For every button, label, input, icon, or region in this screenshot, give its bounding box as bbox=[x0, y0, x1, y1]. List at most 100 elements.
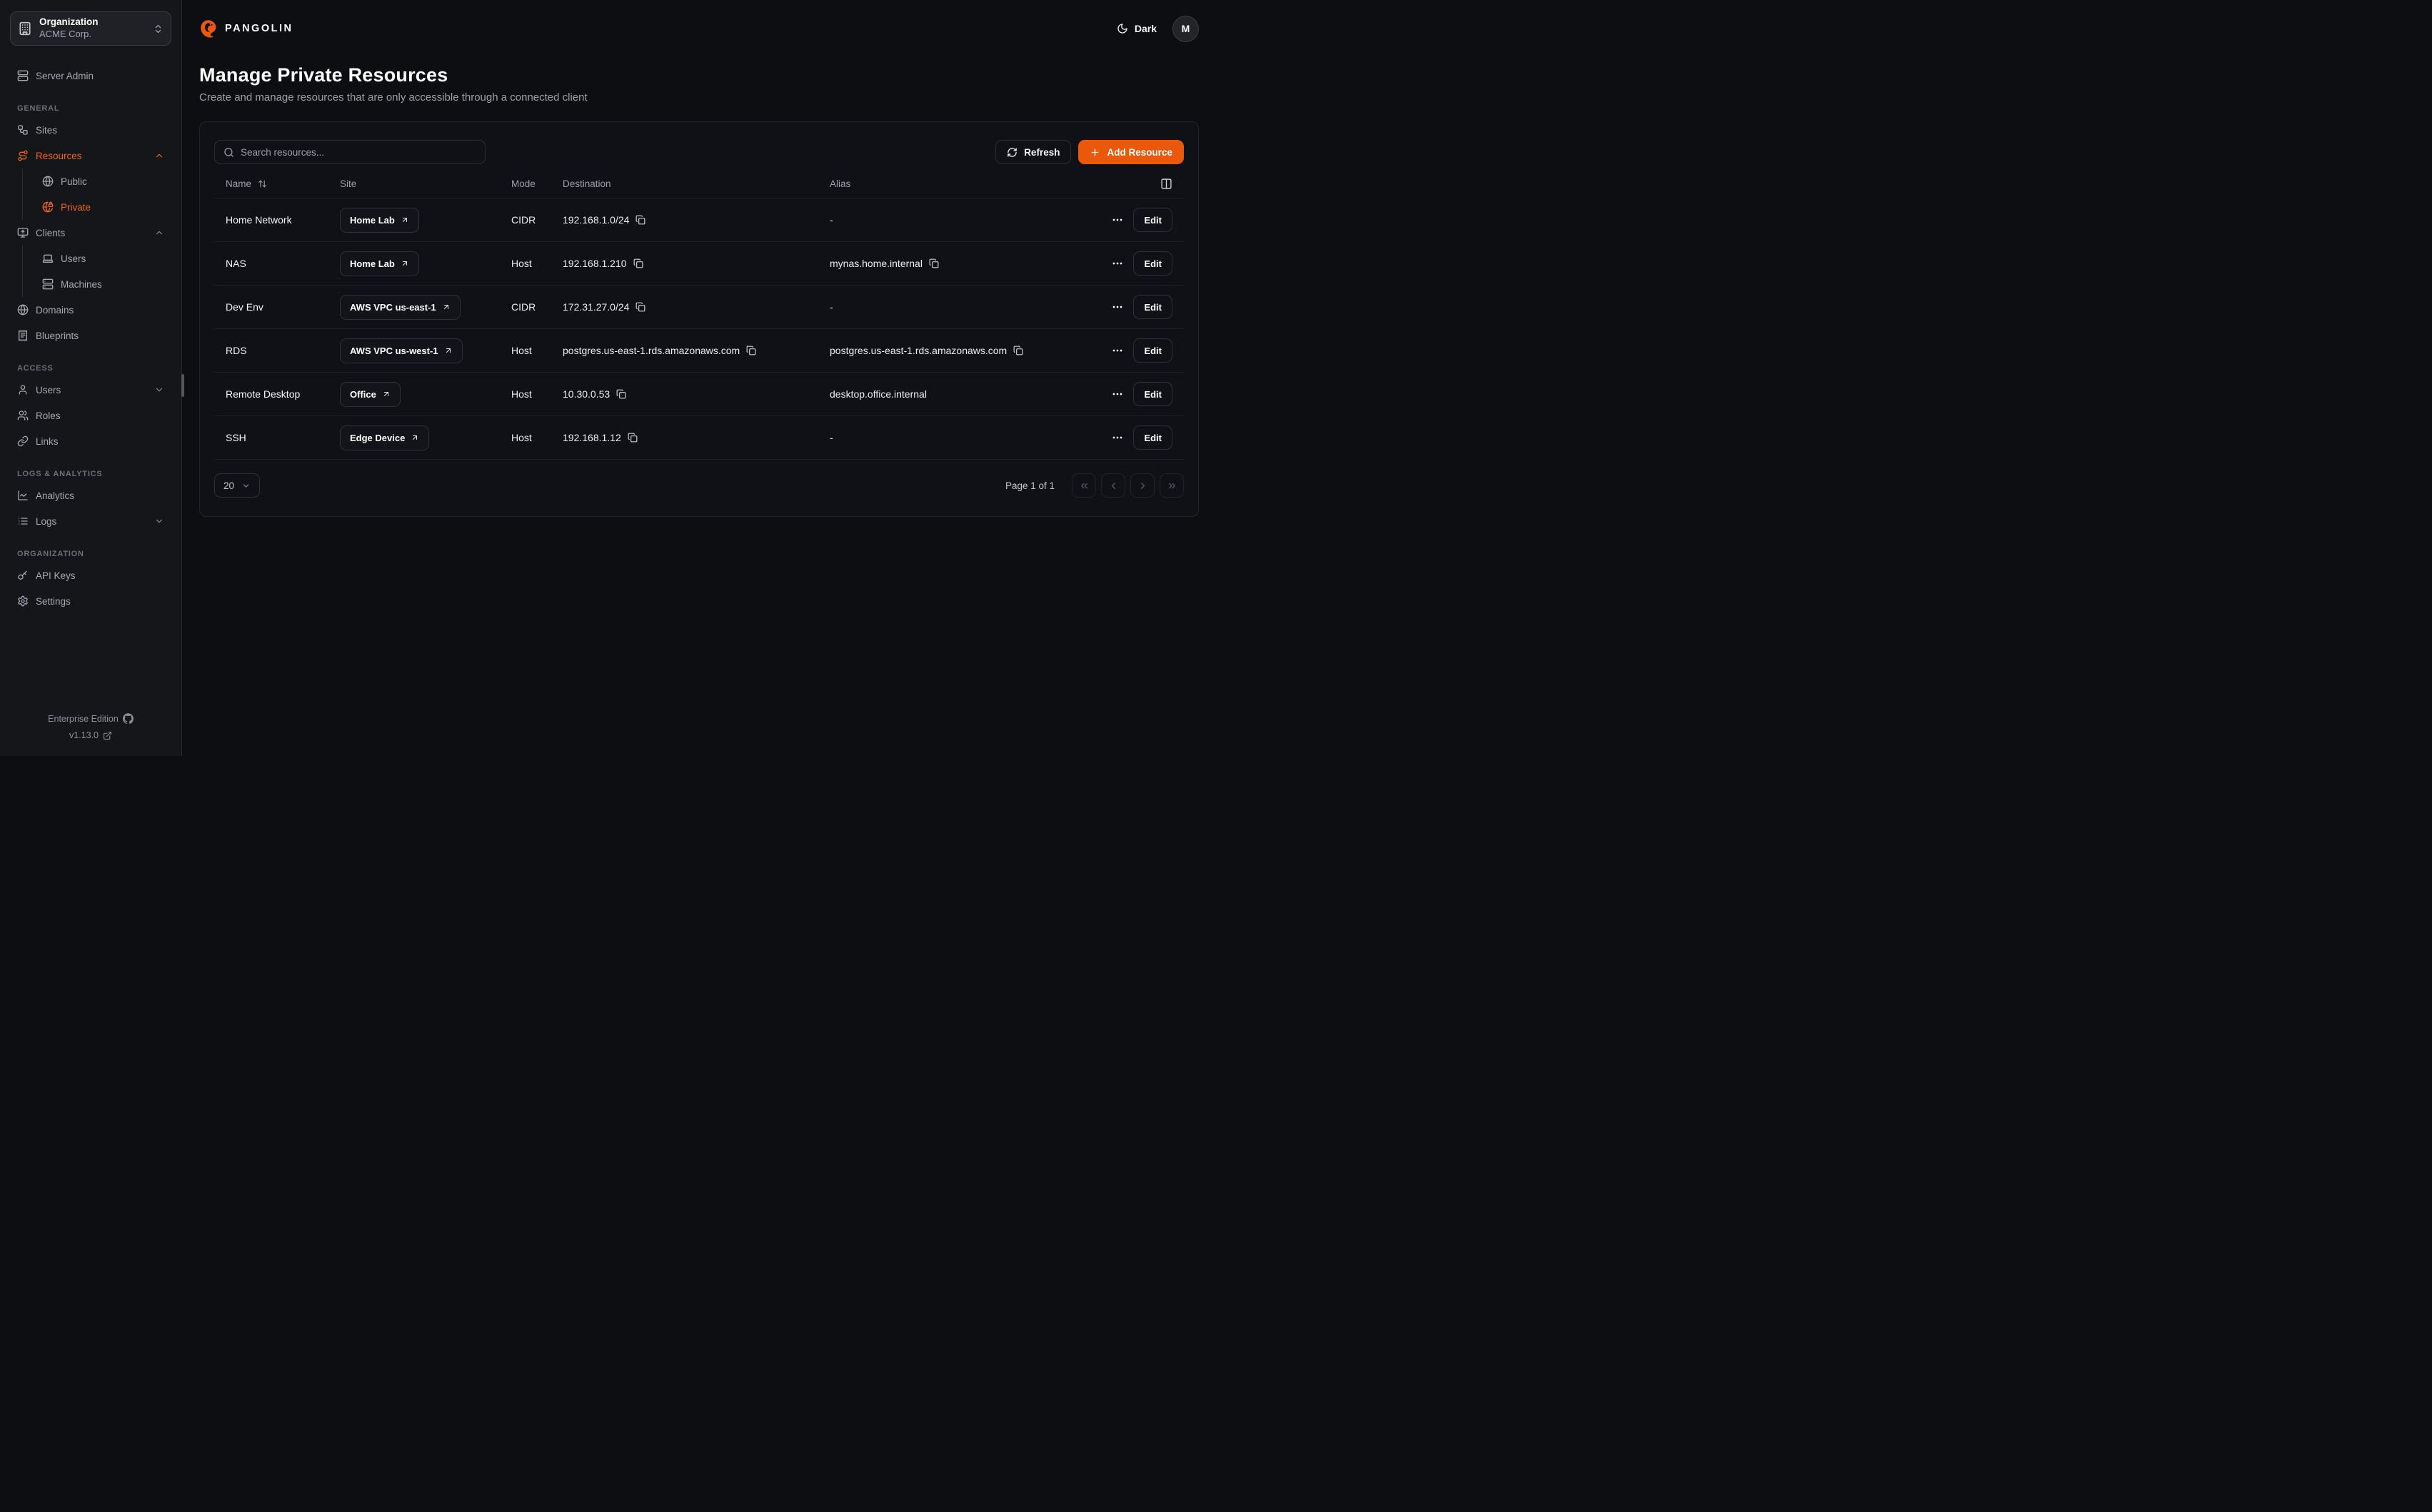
organization-selector[interactable]: Organization ACME Corp. bbox=[10, 11, 171, 46]
mode-cell: Host bbox=[500, 258, 551, 269]
table-header-row: Name Site Mode Destination Alias bbox=[214, 170, 1184, 198]
site-label: Home Lab bbox=[350, 258, 395, 269]
brand[interactable]: PANGOLIN bbox=[199, 19, 293, 39]
row-menu-button[interactable] bbox=[1112, 432, 1123, 443]
copy-alias-button[interactable] bbox=[929, 258, 939, 268]
github-icon bbox=[123, 713, 134, 724]
sidebar-scrollbar-thumb[interactable] bbox=[181, 374, 184, 397]
site-link-edge-device[interactable]: Edge Device bbox=[340, 425, 429, 450]
arrow-up-right-icon bbox=[442, 303, 451, 311]
resource-name: NAS bbox=[226, 258, 246, 269]
copy-alias-button[interactable] bbox=[1013, 346, 1023, 356]
chart-line-icon bbox=[17, 490, 29, 501]
site-link-office[interactable]: Office bbox=[340, 382, 401, 407]
mode-cell: Host bbox=[500, 388, 551, 400]
first-page-button[interactable] bbox=[1072, 473, 1096, 498]
previous-page-button[interactable] bbox=[1101, 473, 1125, 498]
sidebar-item-analytics[interactable]: Analytics bbox=[10, 483, 171, 508]
site-label: Office bbox=[350, 389, 376, 400]
mode-cell: CIDR bbox=[500, 301, 551, 313]
actions-cell: Edit bbox=[1104, 251, 1184, 276]
site-link-aws-vpc-us-east-1[interactable]: AWS VPC us-east-1 bbox=[340, 295, 461, 320]
version-row[interactable]: v1.13.0 bbox=[69, 730, 112, 740]
site-link-home-lab[interactable]: Home Lab bbox=[340, 251, 419, 276]
resource-name: RDS bbox=[226, 345, 247, 356]
sidebar-item-roles[interactable]: Roles bbox=[10, 403, 171, 428]
resource-name: Home Network bbox=[226, 214, 292, 226]
copy-destination-button[interactable] bbox=[635, 302, 645, 312]
avatar[interactable]: M bbox=[1172, 16, 1199, 42]
columns-toggle-button[interactable] bbox=[1160, 178, 1172, 190]
copy-icon bbox=[1013, 346, 1023, 356]
columns-icon bbox=[1160, 178, 1172, 190]
edit-button[interactable]: Edit bbox=[1133, 382, 1172, 406]
sidebar-item-public[interactable]: Public bbox=[23, 168, 171, 194]
sidebar-item-sites[interactable]: Sites bbox=[10, 117, 171, 143]
refresh-button[interactable]: Refresh bbox=[995, 140, 1071, 164]
site-link-aws-vpc-us-west-1[interactable]: AWS VPC us-west-1 bbox=[340, 338, 463, 363]
sidebar-item-label: Logs bbox=[36, 516, 56, 527]
page-size-select[interactable]: 20 bbox=[214, 473, 260, 498]
name-cell: Dev Env bbox=[214, 301, 328, 313]
row-menu-button[interactable] bbox=[1112, 301, 1123, 313]
sidebar-nav: Server Admin GENERALSitesResourcesPublic… bbox=[10, 63, 171, 614]
sidebar-item-private[interactable]: Private bbox=[23, 194, 171, 220]
row-menu-button[interactable] bbox=[1112, 345, 1123, 356]
section-label-logs-analytics: LOGS & ANALYTICS bbox=[17, 470, 164, 478]
sidebar-item-domains[interactable]: Domains bbox=[10, 297, 171, 323]
page-subtitle: Create and manage resources that are onl… bbox=[199, 91, 1199, 104]
row-menu-button[interactable] bbox=[1112, 214, 1123, 226]
sidebar-item-users[interactable]: Users bbox=[23, 246, 171, 271]
sidebar-item-label: Public bbox=[61, 176, 87, 187]
site-label: Edge Device bbox=[350, 433, 405, 443]
sidebar-item-label: Private bbox=[61, 202, 91, 213]
next-page-button[interactable] bbox=[1130, 473, 1155, 498]
row-menu-button[interactable] bbox=[1112, 258, 1123, 269]
sidebar-item-users[interactable]: Users bbox=[10, 377, 171, 403]
sidebar-item-server-admin[interactable]: Server Admin bbox=[10, 63, 171, 89]
alias-cell: desktop.office.internal bbox=[818, 388, 1104, 400]
copy-destination-button[interactable] bbox=[633, 258, 643, 268]
copy-icon bbox=[635, 302, 645, 312]
sidebar-item-api-keys[interactable]: API Keys bbox=[10, 563, 171, 588]
add-resource-button[interactable]: Add Resource bbox=[1078, 140, 1184, 164]
copy-icon bbox=[929, 258, 939, 268]
link-icon bbox=[17, 435, 29, 447]
last-page-button[interactable] bbox=[1160, 473, 1184, 498]
name-cell: Home Network bbox=[214, 214, 328, 226]
organization-value: ACME Corp. bbox=[39, 29, 146, 40]
site-link-home-lab[interactable]: Home Lab bbox=[340, 208, 419, 233]
edit-button[interactable]: Edit bbox=[1133, 425, 1172, 450]
alias-value: postgres.us-east-1.rds.amazonaws.com bbox=[830, 345, 1007, 356]
sidebar-item-machines[interactable]: Machines bbox=[23, 271, 171, 297]
copy-destination-button[interactable] bbox=[635, 215, 645, 225]
sidebar-item-links[interactable]: Links bbox=[10, 428, 171, 454]
page-title: Manage Private Resources bbox=[199, 64, 1199, 86]
copy-destination-button[interactable] bbox=[616, 389, 626, 399]
copy-destination-button[interactable] bbox=[746, 346, 756, 356]
chevron-down-icon bbox=[154, 516, 164, 526]
table-row-ssh: SSHEdge DeviceHost192.168.1.12-Edit bbox=[214, 416, 1184, 460]
edit-button[interactable]: Edit bbox=[1133, 251, 1172, 276]
destination-cell: 192.168.1.12 bbox=[551, 432, 818, 443]
column-header-name[interactable]: Name bbox=[214, 178, 328, 189]
arrow-up-right-icon bbox=[401, 259, 409, 268]
sidebar-item-label: Machines bbox=[61, 279, 102, 290]
chevron-up-icon bbox=[154, 151, 164, 161]
edit-button[interactable]: Edit bbox=[1133, 338, 1172, 363]
alias-cell: mynas.home.internal bbox=[818, 258, 1104, 269]
sidebar-item-logs[interactable]: Logs bbox=[10, 508, 171, 534]
sidebar-item-blueprints[interactable]: Blueprints bbox=[10, 323, 171, 348]
sidebar-item-settings[interactable]: Settings bbox=[10, 588, 171, 614]
row-menu-button[interactable] bbox=[1112, 388, 1123, 400]
list-icon bbox=[17, 515, 29, 527]
search-input[interactable] bbox=[241, 147, 476, 158]
sidebar-item-clients[interactable]: Clients bbox=[10, 220, 171, 246]
edition-row[interactable]: Enterprise Edition bbox=[48, 713, 134, 724]
sidebar-item-label: Users bbox=[61, 253, 86, 264]
theme-toggle[interactable]: Dark bbox=[1117, 23, 1157, 34]
sidebar-item-resources[interactable]: Resources bbox=[10, 143, 171, 168]
edit-button[interactable]: Edit bbox=[1133, 208, 1172, 232]
edit-button[interactable]: Edit bbox=[1133, 295, 1172, 319]
copy-destination-button[interactable] bbox=[628, 433, 638, 443]
